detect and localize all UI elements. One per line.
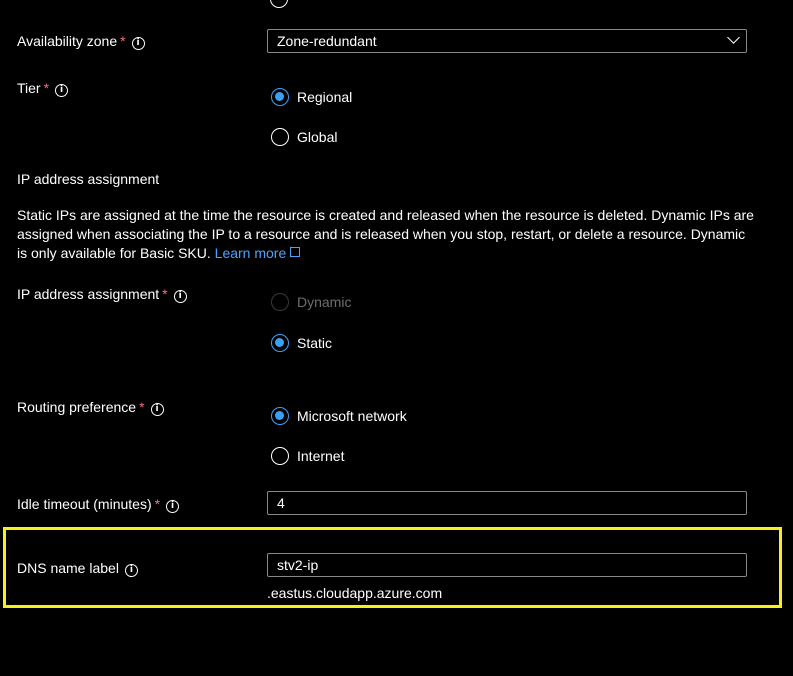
routing-preference-label: Routing preference * i: [17, 399, 164, 416]
radio-label: Regional: [297, 89, 353, 105]
chevron-down-icon: [727, 31, 740, 44]
learn-more-text: Learn more: [214, 245, 287, 261]
idle-timeout-label-text: Idle timeout (minutes): [17, 496, 152, 512]
info-icon[interactable]: i: [150, 403, 164, 416]
dns-label-text: DNS name label: [17, 560, 119, 576]
ip-section-description: Static IPs are assigned at the time the …: [17, 206, 757, 263]
ip-section-heading: IP address assignment: [17, 171, 160, 187]
description-text: Static IPs are assigned at the time the …: [17, 207, 754, 261]
required-asterisk: *: [43, 80, 50, 96]
required-asterisk: *: [154, 496, 161, 512]
routing-radio-internet[interactable]: Internet: [271, 447, 344, 465]
dns-name-input[interactable]: stv2-ip: [267, 553, 747, 577]
info-icon[interactable]: i: [124, 564, 138, 577]
dns-suffix: .eastus.cloudapp.azure.com: [267, 585, 443, 601]
availability-zone-value: Zone-redundant: [277, 33, 377, 49]
info-icon[interactable]: i: [131, 37, 145, 50]
info-icon[interactable]: i: [166, 500, 180, 513]
availability-zone-label-text: Availability zone: [17, 33, 118, 49]
tier-label: Tier * i: [17, 80, 69, 97]
radio-selected-icon: [271, 407, 289, 425]
routing-radio-microsoft-network[interactable]: Microsoft network: [271, 407, 407, 425]
availability-zone-label: Availability zone * i: [17, 33, 145, 50]
radio-unselected-icon: [271, 447, 289, 465]
tier-radio-regional[interactable]: Regional: [271, 88, 352, 106]
ip-assignment-label: IP address assignment * i: [17, 286, 187, 303]
radio-disabled-icon: [271, 293, 289, 311]
radio-unselected-icon: [271, 128, 289, 146]
radio-selected-icon: [271, 88, 289, 106]
ip-radio-dynamic: Dynamic: [271, 293, 351, 311]
required-asterisk: *: [139, 399, 145, 415]
availability-zone-select[interactable]: Zone-redundant: [267, 29, 747, 53]
dns-name-value: stv2-ip: [277, 557, 319, 573]
ip-assignment-label-text: IP address assignment: [17, 286, 160, 302]
radio-label: Internet: [297, 448, 345, 464]
radio-label: Static: [297, 335, 333, 351]
idle-timeout-input[interactable]: 4: [267, 491, 747, 515]
dns-name-label: DNS name label i: [17, 560, 138, 577]
routing-label-text: Routing preference: [17, 399, 137, 415]
tier-radio-global[interactable]: Global: [271, 128, 337, 146]
learn-more-link[interactable]: Learn more: [215, 245, 301, 261]
idle-timeout-value: 4: [277, 495, 285, 511]
radio-label: Microsoft network: [297, 408, 407, 424]
radio-label: Dynamic: [297, 294, 352, 310]
info-icon[interactable]: i: [55, 84, 69, 97]
external-link-icon: [290, 247, 301, 257]
ip-radio-static[interactable]: Static: [271, 334, 332, 352]
radio-label: Global: [297, 129, 338, 145]
required-asterisk: *: [162, 286, 168, 302]
tier-label-text: Tier: [17, 80, 41, 96]
idle-timeout-label: Idle timeout (minutes) * i: [17, 496, 180, 513]
partial-radio: [270, 0, 288, 8]
info-icon[interactable]: i: [173, 290, 187, 303]
required-asterisk: *: [120, 33, 126, 49]
radio-selected-icon: [271, 334, 289, 352]
